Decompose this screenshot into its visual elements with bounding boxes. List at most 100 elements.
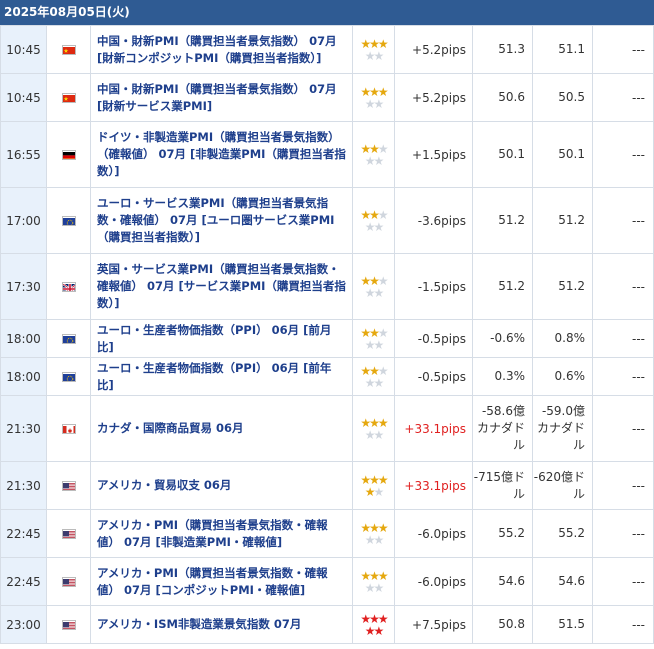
country-flag bbox=[46, 73, 91, 122]
star-empty-icon: ★ bbox=[377, 325, 389, 340]
importance-rating: ★★★ ★★ bbox=[352, 253, 395, 320]
importance-rating: ★★★ ★★ bbox=[352, 121, 395, 188]
event-time: 17:30 bbox=[0, 253, 47, 320]
forecast-value: 51.2 bbox=[472, 187, 533, 254]
star-empty-icon: ★ bbox=[377, 207, 389, 222]
country-flag bbox=[46, 253, 91, 320]
usa-flag-icon bbox=[61, 620, 76, 630]
actual-value: --- bbox=[592, 253, 654, 320]
star-empty-icon: ★ bbox=[364, 580, 376, 595]
event-title[interactable]: アメリカ・PMI（購買担当者景気指数・確報値） 07月 [非製造業PMI・確報値… bbox=[90, 509, 353, 558]
star-filled-icon: ★ bbox=[377, 84, 389, 99]
previous-value: 0.8% bbox=[532, 319, 593, 358]
country-flag bbox=[46, 461, 91, 510]
star-filled-icon: ★ bbox=[360, 520, 371, 535]
star-empty-icon: ★ bbox=[373, 153, 385, 168]
previous-value: 50.1 bbox=[532, 121, 593, 188]
actual-value: --- bbox=[592, 187, 654, 254]
pips-change: +33.1pips bbox=[394, 395, 473, 462]
previous-value: -59.0億カナダドル bbox=[532, 395, 593, 462]
country-flag bbox=[46, 319, 91, 358]
table-row: 17:00 ユーロ・サービス業PMI（購買担当者景気指数・確報値） 07月 [ユー… bbox=[0, 187, 654, 254]
table-row: 10:45 中国・財新PMI（購買担当者景気指数） 07月 [財新サービス業PMI… bbox=[0, 73, 654, 122]
importance-rating: ★★★ ★★ bbox=[352, 557, 395, 606]
actual-value: --- bbox=[592, 395, 654, 462]
pips-change: +1.5pips bbox=[394, 121, 473, 188]
previous-value: -620億ドル bbox=[532, 461, 593, 510]
actual-value: --- bbox=[592, 25, 654, 74]
event-title[interactable]: 英国・サービス業PMI（購買担当者景気指数・確報値） 07月 [サービス業PMI… bbox=[90, 253, 353, 320]
event-time: 23:00 bbox=[0, 605, 47, 644]
uk-flag-icon bbox=[61, 282, 76, 292]
pips-change: -3.6pips bbox=[394, 187, 473, 254]
eu-flag-icon bbox=[61, 334, 76, 344]
pips-change: -1.5pips bbox=[394, 253, 473, 320]
star-filled-icon: ★ bbox=[360, 325, 371, 340]
event-time: 10:45 bbox=[0, 73, 47, 122]
star-filled-icon: ★ bbox=[377, 472, 389, 487]
event-title[interactable]: 中国・財新PMI（購買担当者景気指数） 07月 [財新サービス業PMI] bbox=[90, 73, 353, 122]
event-title[interactable]: カナダ・国際商品貿易 06月 bbox=[90, 395, 353, 462]
forecast-value: 0.3% bbox=[472, 357, 533, 396]
eu-flag-icon bbox=[61, 372, 76, 382]
star-filled-icon: ★ bbox=[369, 325, 380, 340]
star-filled-icon: ★ bbox=[369, 273, 380, 288]
star-filled-icon: ★ bbox=[369, 363, 380, 378]
star-filled-icon: ★ bbox=[373, 623, 385, 638]
event-title[interactable]: 中国・財新PMI（購買担当者景気指数） 07月 [財新コンポジットPMI（購買担… bbox=[90, 25, 353, 74]
star-filled-icon: ★ bbox=[369, 141, 380, 156]
table-row: 23:00 アメリカ・ISM非製造業景気指数 07月 ★★★ ★★ +7.5pips 50… bbox=[0, 605, 654, 644]
star-empty-icon: ★ bbox=[373, 375, 385, 390]
country-flag bbox=[46, 121, 91, 188]
star-filled-icon: ★ bbox=[369, 415, 380, 430]
star-filled-icon: ★ bbox=[377, 36, 389, 51]
star-empty-icon: ★ bbox=[373, 532, 385, 547]
forecast-value: 54.6 bbox=[472, 557, 533, 606]
usa-flag-icon bbox=[61, 481, 76, 491]
event-time: 18:00 bbox=[0, 357, 47, 396]
forecast-value: 51.3 bbox=[472, 25, 533, 74]
importance-rating: ★★★ ★★ bbox=[352, 25, 395, 74]
forecast-value: -715億ドル bbox=[472, 461, 533, 510]
forecast-value: 50.8 bbox=[472, 605, 533, 644]
pips-change: -6.0pips bbox=[394, 557, 473, 606]
event-title[interactable]: ユーロ・生産者物価指数（PPI） 06月 [前月比] bbox=[90, 319, 353, 358]
forecast-value: 50.6 bbox=[472, 73, 533, 122]
event-title[interactable]: アメリカ・貿易収支 06月 bbox=[90, 461, 353, 510]
star-empty-icon: ★ bbox=[373, 337, 385, 352]
importance-rating: ★★★ ★★ bbox=[352, 73, 395, 122]
event-time: 22:45 bbox=[0, 557, 47, 606]
previous-value: 51.2 bbox=[532, 253, 593, 320]
star-empty-icon: ★ bbox=[364, 48, 376, 63]
star-filled-icon: ★ bbox=[377, 611, 389, 626]
star-empty-icon: ★ bbox=[364, 96, 376, 111]
event-title[interactable]: ドイツ・非製造業PMI（購買担当者景気指数）（確報値） 07月 [非製造業PMI… bbox=[90, 121, 353, 188]
table-row: 17:30 英国・サービス業PMI（購買担当者景気指数・確報値） 07月 [サービ… bbox=[0, 253, 654, 320]
china-flag-icon bbox=[61, 93, 76, 103]
previous-value: 51.1 bbox=[532, 25, 593, 74]
event-title[interactable]: ユーロ・サービス業PMI（購買担当者景気指数・確報値） 07月 [ユーロ圏サービ… bbox=[90, 187, 353, 254]
table-row: 22:45 アメリカ・PMI（購買担当者景気指数・確報値） 07月 [非製造業PM… bbox=[0, 509, 654, 558]
event-title[interactable]: アメリカ・ISM非製造業景気指数 07月 bbox=[90, 605, 353, 644]
actual-value: --- bbox=[592, 509, 654, 558]
star-filled-icon: ★ bbox=[360, 141, 371, 156]
china-flag-icon bbox=[61, 45, 76, 55]
star-empty-icon: ★ bbox=[364, 427, 376, 442]
star-filled-icon: ★ bbox=[377, 520, 389, 535]
star-empty-icon: ★ bbox=[364, 375, 376, 390]
pips-change: -0.5pips bbox=[394, 357, 473, 396]
star-filled-icon: ★ bbox=[360, 568, 371, 583]
country-flag bbox=[46, 605, 91, 644]
star-filled-icon: ★ bbox=[364, 623, 376, 638]
table-row: 21:30 アメリカ・貿易収支 06月 ★★★ ★★ +33.1pips -715億ドル -… bbox=[0, 461, 654, 510]
event-time: 18:00 bbox=[0, 319, 47, 358]
importance-rating: ★★★ ★★ bbox=[352, 509, 395, 558]
calendar-panel: 2025年08月05日(火) 10:45 中国・財新PMI（購買担当者景気指数） … bbox=[0, 0, 654, 644]
star-filled-icon: ★ bbox=[377, 568, 389, 583]
forecast-value: -58.6億カナダドル bbox=[472, 395, 533, 462]
country-flag bbox=[46, 187, 91, 254]
event-title[interactable]: アメリカ・PMI（購買担当者景気指数・確報値） 07月 [コンポジットPMI・確… bbox=[90, 557, 353, 606]
star-filled-icon: ★ bbox=[369, 568, 380, 583]
event-title[interactable]: ユーロ・生産者物価指数（PPI） 06月 [前年比] bbox=[90, 357, 353, 396]
previous-value: 51.5 bbox=[532, 605, 593, 644]
